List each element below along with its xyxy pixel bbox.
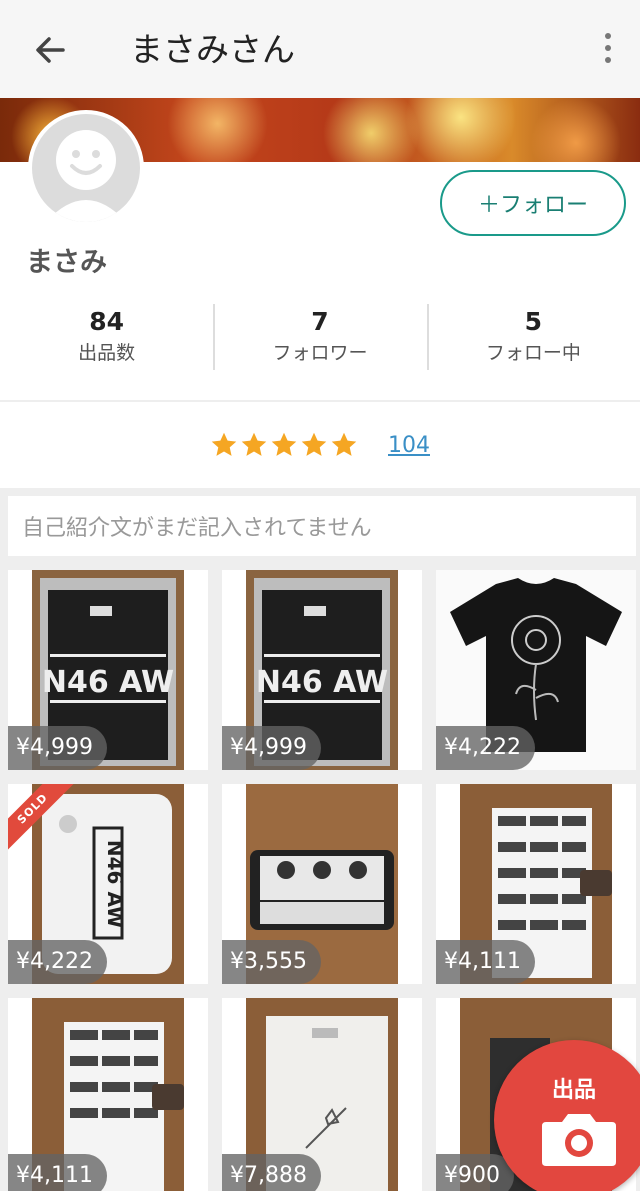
svg-text:N46 AW: N46 AW [42, 665, 174, 700]
item-price: ¥4,111 [8, 1154, 107, 1191]
star-icon [301, 432, 327, 456]
item-price: ¥4,222 [436, 726, 535, 770]
item-price: ¥4,222 [8, 940, 107, 984]
item-card[interactable]: N46 AW SOLD ¥4,222 [8, 784, 208, 984]
stat-value: 7 [311, 307, 329, 336]
item-price: ¥7,888 [222, 1154, 321, 1191]
profile-card: まさみ ＋フォロー 84 出品数 7 フォロワー 5 フォロー中 [0, 98, 640, 400]
item-card[interactable]: ¥7,888 [222, 998, 422, 1191]
stat-label: 出品数 [78, 342, 136, 364]
stat-followers[interactable]: 7 フォロワー [213, 304, 426, 374]
item-price: ¥4,999 [8, 726, 107, 770]
item-card[interactable]: ¥4,111 [436, 784, 636, 984]
smiley-avatar-icon [46, 130, 126, 222]
stat-value: 5 [524, 307, 543, 336]
stat-listings[interactable]: 84 出品数 [0, 304, 213, 374]
stat-label: フォロワー [272, 342, 368, 364]
stat-value: 84 [89, 307, 125, 336]
follow-button[interactable]: ＋フォロー [440, 170, 626, 236]
sell-label: 出品 [552, 1078, 597, 1103]
item-card[interactable]: ¥3,555 [222, 784, 422, 984]
camera-icon [540, 1110, 618, 1172]
item-card[interactable]: ¥4,111 [8, 998, 208, 1191]
rating-row: 104 [0, 402, 640, 488]
profile-name: まさみ [26, 247, 107, 278]
profile-stats: 84 出品数 7 フォロワー 5 フォロー中 [0, 304, 640, 374]
item-card[interactable]: N46 AW ¥4,999 [8, 570, 208, 770]
stat-following[interactable]: 5 フォロー中 [426, 304, 640, 374]
bio-text: 自己紹介文がまだ記入されてません [8, 496, 636, 556]
profile-screen: まさみさん まさみ ＋フォロー 84 出品数 7 フォロワー 5 フォロー中 1… [0, 0, 640, 1191]
item-price: ¥4,999 [222, 726, 321, 770]
more-vert-icon[interactable] [598, 28, 618, 68]
stat-label: フォロー中 [485, 342, 581, 364]
svg-text:N46 AW: N46 AW [256, 665, 388, 700]
star-icon [271, 432, 297, 456]
back-arrow-icon[interactable] [26, 26, 74, 74]
item-price: ¥900 [436, 1154, 514, 1191]
item-card[interactable]: N46 AW ¥4,999 [222, 570, 422, 770]
avatar[interactable] [28, 110, 144, 226]
star-icon [211, 432, 237, 456]
rating-count-link[interactable]: 104 [388, 433, 430, 458]
rating-stars [210, 431, 358, 459]
star-icon [241, 432, 267, 456]
item-card[interactable]: ¥4,222 [436, 570, 636, 770]
app-bar: まさみさん [0, 0, 640, 98]
item-price: ¥4,111 [436, 940, 535, 984]
svg-text:N46 AW: N46 AW [103, 840, 127, 928]
item-price: ¥3,555 [222, 940, 321, 984]
star-icon [331, 432, 357, 456]
page-title: まさみさん [130, 30, 295, 69]
